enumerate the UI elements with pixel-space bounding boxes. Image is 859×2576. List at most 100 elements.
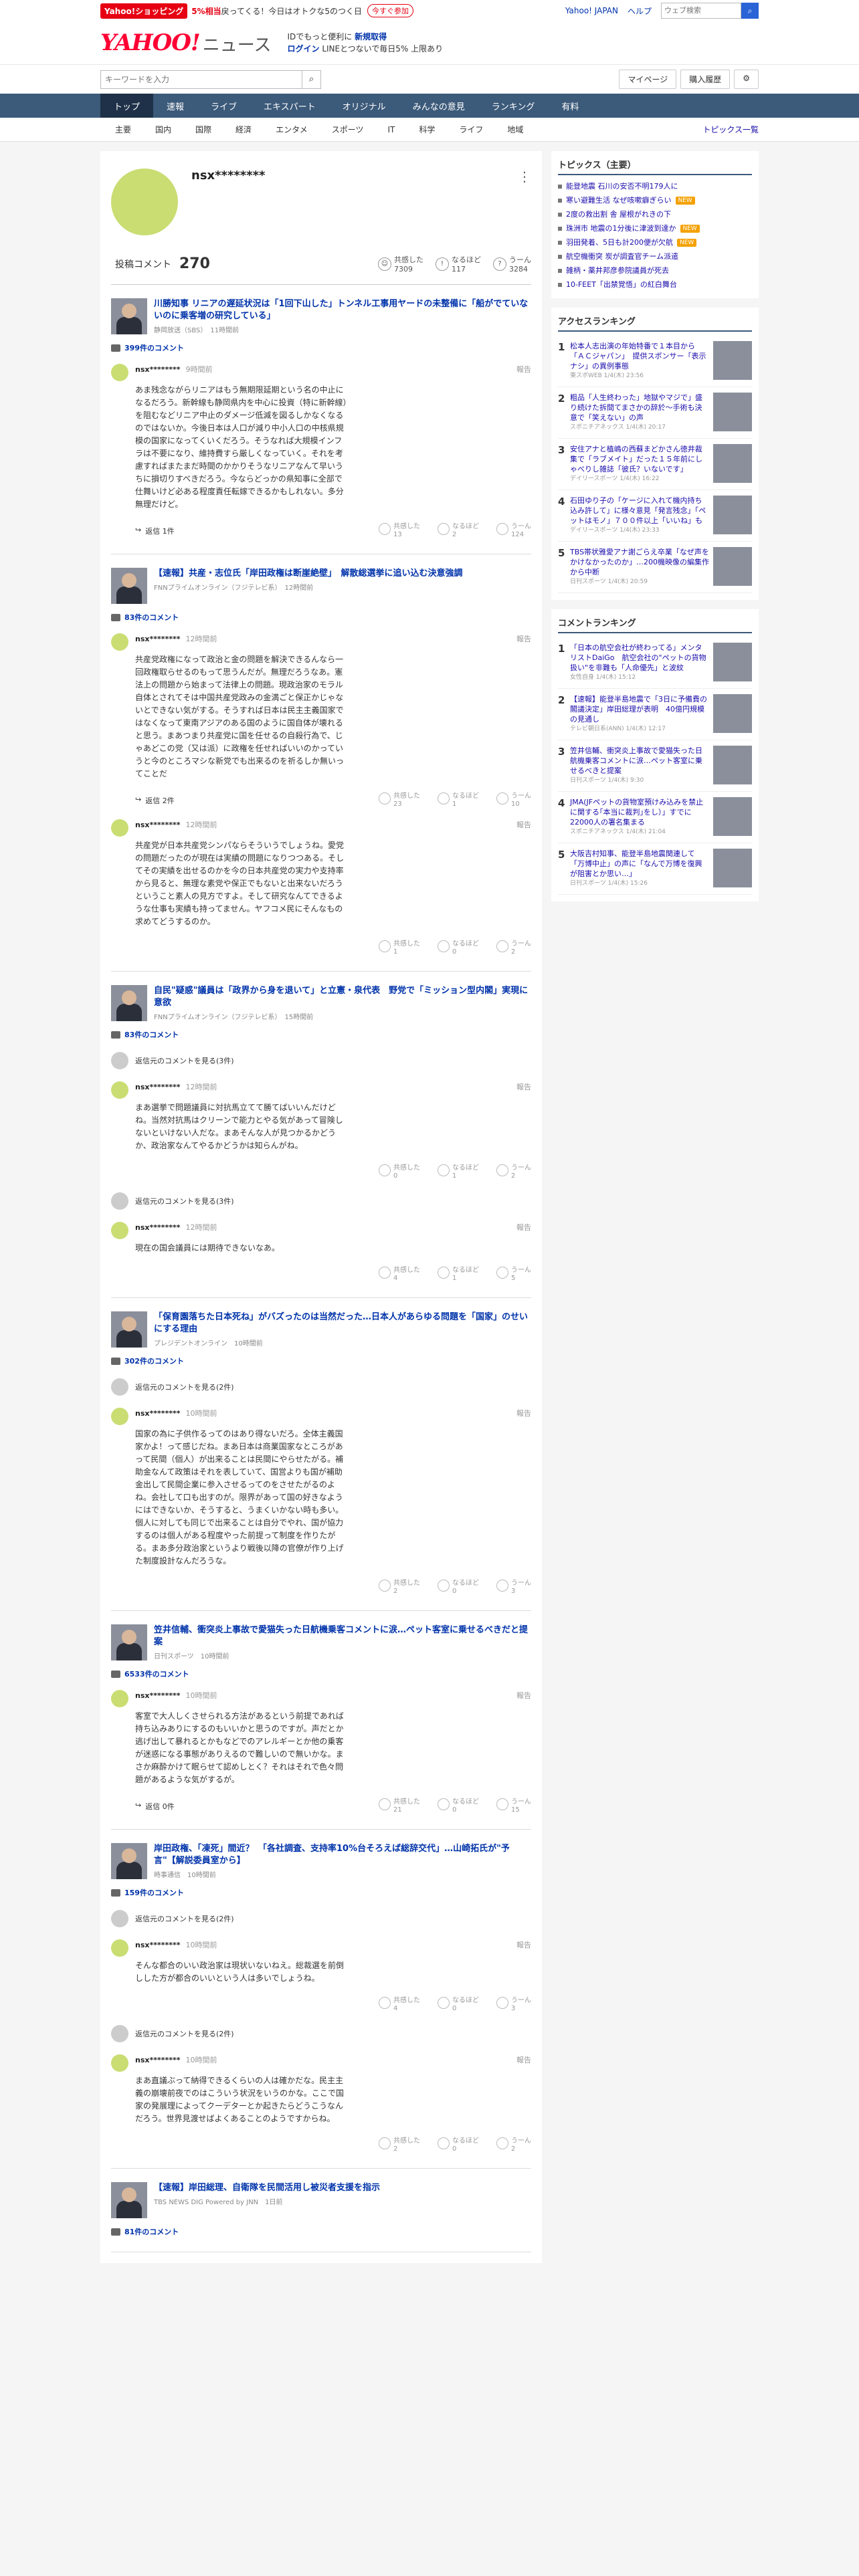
subnav-life[interactable]: ライフ: [447, 124, 495, 135]
article-thumbnail[interactable]: [111, 1624, 147, 1660]
ranking-item[interactable]: 1 「日本の航空会社が終わってる」メンタリストDaiGo 航空会社の"ペットの貨物…: [558, 637, 752, 689]
report-link[interactable]: 報告: [516, 364, 531, 374]
article-title[interactable]: 川勝知事 リニアの遅延状況は「1回下山した」トンネル工事用ヤードの未整備に「船が…: [154, 298, 531, 322]
comment-count-link[interactable]: 6533件のコメント: [111, 1669, 531, 1679]
ranking-item[interactable]: 1 松本人志出演の年始特番で１本目から「ＡＣジャパン」 提供スポンサー「表示ナシ」…: [558, 336, 752, 387]
purchase-history-button[interactable]: 購入履歴: [680, 70, 731, 89]
article-title[interactable]: 笠井信輔、衝突炎上事故で愛猫失った日航機乗客コメントに涙…ペット客室に乗せるべき…: [154, 1624, 531, 1648]
reply-link[interactable]: ↪ 返信 2件: [135, 795, 175, 806]
article-title[interactable]: 【速報】共産・志位氏「岸田政権は断崖絶壁」 解散総選挙に追い込む決意強調: [154, 568, 463, 580]
comment-user[interactable]: nsx********: [135, 1409, 181, 1418]
keyword-input[interactable]: [101, 70, 302, 88]
nav-paid[interactable]: 有料: [548, 94, 592, 118]
article-title[interactable]: 岸田政権、「凍死」間近？ 「各社調査、支持率10%台そろえば総辞交代」…山崎拓氏…: [154, 1843, 531, 1867]
yahoo-japan-link[interactable]: Yahoo! JAPAN: [565, 6, 618, 15]
ranking-item[interactable]: 2 【速報】能登半島地震で「3日に予備費の閣議決定」岸田総理が表明 40億円規模の…: [558, 689, 752, 740]
kyokan-button[interactable]: 共感した 13: [379, 523, 420, 539]
comment-count-link[interactable]: 81件のコメント: [111, 2226, 531, 2237]
subnav-local[interactable]: 地域: [495, 124, 535, 135]
nav-flash[interactable]: 速報: [153, 94, 197, 118]
more-menu-icon[interactable]: ⋮: [518, 169, 531, 235]
subnav-world[interactable]: 国際: [183, 124, 223, 135]
un-button[interactable]: うーん 5: [496, 1267, 531, 1283]
show-parent-link[interactable]: 返信元のコメントを見る(2件): [111, 1903, 531, 1934]
comment-user[interactable]: nsx********: [135, 1691, 181, 1700]
comment-count-link[interactable]: 83件のコメント: [111, 1029, 531, 1040]
naruhodo-button[interactable]: なるほど 0: [438, 1580, 479, 1596]
article-thumbnail[interactable]: [111, 1311, 147, 1348]
show-parent-link[interactable]: 返信元のコメントを見る(3件): [111, 1045, 531, 1076]
comment-user[interactable]: nsx********: [135, 1941, 181, 1949]
article-title[interactable]: 自民"疑惑"議員は「政界から身を退いて」と立憲・泉代表 野党で「ミッション型内閣…: [154, 985, 531, 1009]
comment-user[interactable]: nsx********: [135, 1223, 181, 1232]
kyokan-button[interactable]: 共感した 23: [379, 792, 420, 809]
topic-item[interactable]: 雑柄・薬井邦彦参院議員が死去: [558, 263, 752, 278]
topic-item[interactable]: 羽田発着、5日も計200便が欠航 NEW: [558, 235, 752, 249]
nav-original[interactable]: オリジナル: [329, 94, 399, 118]
subnav-it[interactable]: IT: [375, 125, 407, 134]
comment-count-link[interactable]: 302件のコメント: [111, 1356, 531, 1366]
ranking-item[interactable]: 3 笠井信輔、衝突炎上事故で愛猫失った日航機乗客コメントに涙…ペット客室に乗せるべ…: [558, 740, 752, 792]
show-parent-link[interactable]: 返信元のコメントを見る(2件): [111, 2018, 531, 2049]
reply-link[interactable]: ↪ 返信 1件: [135, 526, 175, 536]
ranking-item[interactable]: 2 粗品「人生終わった」地獄やマジで」盛り続けた拆間てまさかの辞於～手術も決意で「…: [558, 387, 752, 439]
naruhodo-button[interactable]: なるほど 1: [438, 1267, 479, 1283]
comment-count-link[interactable]: 83件のコメント: [111, 612, 531, 623]
web-search-input[interactable]: [661, 3, 741, 19]
un-button[interactable]: うーん 10: [496, 792, 531, 809]
comment-user[interactable]: nsx********: [135, 1083, 181, 1091]
un-button[interactable]: うーん 124: [496, 523, 531, 539]
mypage-button[interactable]: マイページ: [619, 70, 677, 89]
article-thumbnail[interactable]: [111, 2182, 147, 2218]
un-button[interactable]: うーん 3: [496, 1997, 531, 2013]
un-button[interactable]: うーん 3: [496, 1580, 531, 1596]
un-button[interactable]: うーん 2: [496, 1164, 531, 1180]
topic-item[interactable]: 能登地震 石川の安否不明179人に: [558, 179, 752, 193]
article-title[interactable]: 「保育園落ちた日本死ね」がバズったのは当然だった…日本人があらゆる問題を「国家」…: [154, 1311, 531, 1335]
search-icon[interactable]: ⌕: [302, 70, 320, 88]
nav-expert[interactable]: エキスパート: [250, 94, 329, 118]
nav-top[interactable]: トップ: [100, 94, 154, 118]
kyokan-button[interactable]: 共感した 2: [379, 2137, 420, 2153]
naruhodo-button[interactable]: なるほど 0: [438, 940, 479, 956]
subnav-economy[interactable]: 経済: [223, 124, 264, 135]
topic-item[interactable]: 2度の救出割 舎 屋根がれきの下: [558, 207, 752, 221]
naruhodo-button[interactable]: なるほど 0: [438, 2137, 479, 2153]
comment-user[interactable]: nsx********: [135, 365, 181, 374]
subnav-entertainment[interactable]: エンタメ: [264, 124, 320, 135]
ranking-item[interactable]: 4 石田ゆり子の「ケージに入れて機内持ち込み許して」に様々意見「発言残念」「ペット…: [558, 490, 752, 542]
nav-opinion[interactable]: みんなの意見: [399, 94, 478, 118]
search-icon[interactable]: ⌕: [741, 3, 759, 19]
nav-live[interactable]: ライブ: [197, 94, 250, 118]
comment-count-link[interactable]: 159件のコメント: [111, 1887, 531, 1898]
article-title[interactable]: 【速報】岸田総理、自衛隊を民間活用し被災者支援を指示: [154, 2182, 380, 2194]
report-link[interactable]: 報告: [516, 1222, 531, 1232]
show-parent-link[interactable]: 返信元のコメントを見る(2件): [111, 1372, 531, 1402]
comment-user[interactable]: nsx********: [135, 2056, 181, 2064]
promo-text[interactable]: 5%相当戻ってくる！今日はオトクな5のつく日: [191, 5, 362, 17]
kyokan-button[interactable]: 共感した 1: [379, 940, 420, 956]
report-link[interactable]: 報告: [516, 1408, 531, 1418]
kyokan-button[interactable]: 共感した 4: [379, 1997, 420, 2013]
report-link[interactable]: 報告: [516, 2054, 531, 2065]
nav-ranking[interactable]: ランキング: [478, 94, 549, 118]
kyokan-button[interactable]: 共感した 2: [379, 1580, 420, 1596]
gear-icon[interactable]: ⚙: [734, 70, 759, 89]
un-button[interactable]: うーん 2: [496, 940, 531, 956]
help-link[interactable]: ヘルプ: [628, 5, 652, 17]
topics-list-link[interactable]: トピックス一覧: [702, 124, 759, 135]
line-link[interactable]: LINEとつないで毎日5%: [322, 44, 408, 53]
naruhodo-button[interactable]: なるほど 1: [438, 792, 479, 809]
naruhodo-button[interactable]: なるほど 0: [438, 1798, 479, 1814]
ranking-item[interactable]: 5 大阪吉村知事、能登半島地震関連して「万博中止」の声に「なんで万博を復興が阻害と…: [558, 843, 752, 895]
subnav-domestic[interactable]: 国内: [143, 124, 183, 135]
comment-user[interactable]: nsx********: [135, 821, 181, 829]
promo-join-button[interactable]: 今すぐ参加: [367, 4, 414, 17]
topic-item[interactable]: 寒い避難生活 なぜ咳嗽癖ぎらい NEW: [558, 193, 752, 207]
report-link[interactable]: 報告: [516, 1081, 531, 1092]
kyokan-button[interactable]: 共感した 0: [379, 1164, 420, 1180]
ranking-item[interactable]: 4 JMA(JFペットの貨物室預けみ込みを禁止に関する｢本当に裁判｣をし）」すでに…: [558, 792, 752, 843]
topic-item[interactable]: 10-FEET「出禁覚悟」の紅白舞台: [558, 278, 752, 292]
report-link[interactable]: 報告: [516, 1690, 531, 1701]
show-parent-link[interactable]: 返信元のコメントを見る(3件): [111, 1186, 531, 1216]
